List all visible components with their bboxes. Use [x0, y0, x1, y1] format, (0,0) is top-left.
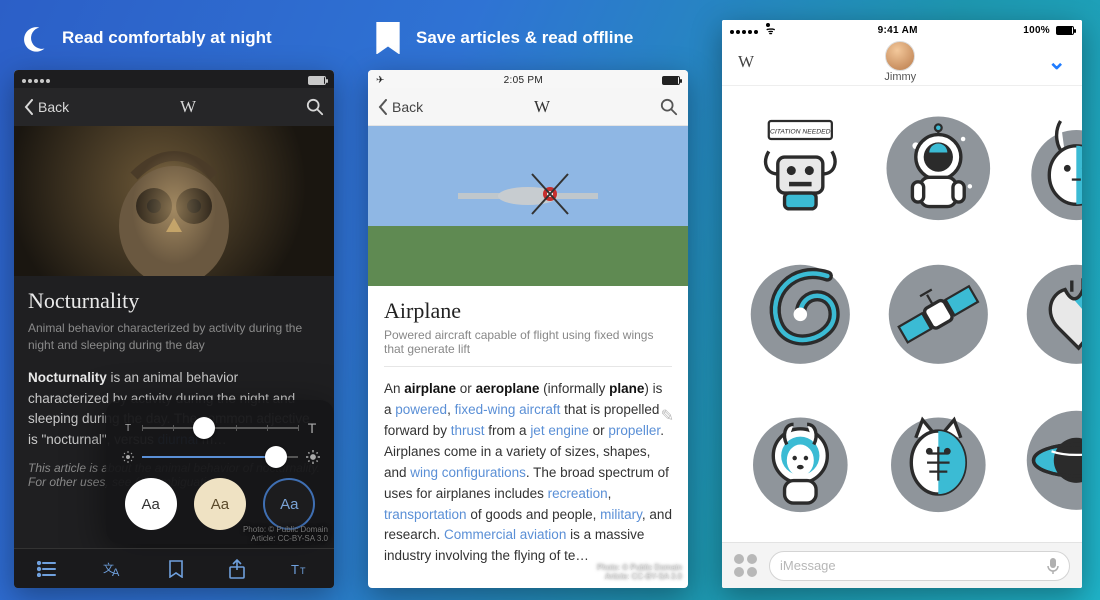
article-title: Nocturnality [28, 288, 320, 314]
back-button[interactable]: Back [24, 99, 69, 115]
sticker-astronaut[interactable] [874, 104, 1002, 232]
article-summary: Animal behavior characterized by activit… [28, 320, 320, 354]
moon-icon [20, 24, 48, 52]
panel2-promo-text: Save articles & read offline [416, 28, 633, 48]
microphone-icon[interactable] [1047, 557, 1059, 575]
navbar: Back W [14, 88, 334, 126]
battery-icon [662, 76, 680, 85]
wikipedia-app-icon[interactable]: W [738, 52, 753, 72]
link-fixed-wing[interactable]: fixed-wing aircraft [455, 402, 561, 417]
sticker-black-hole[interactable] [1012, 396, 1082, 524]
imessage-navbar: W Jimmy ⌄ [722, 38, 1082, 86]
article-body-dark: Nocturnality Animal behavior characteriz… [14, 276, 334, 588]
article-body-light: Airplane Powered aircraft capable of fli… [368, 286, 688, 588]
link-wing-configurations[interactable]: wing configurations [410, 465, 526, 480]
reader-settings-popover: T T [106, 400, 334, 544]
brightness-slider[interactable] [122, 450, 318, 464]
sticker-grid: CITATION NEEDED [722, 86, 1082, 542]
photo-credit: Photo: © Public DomainArticle: CC-BY-SA … [243, 525, 328, 544]
text-size-slider[interactable]: T T [122, 420, 318, 436]
svg-text:T: T [291, 562, 299, 577]
svg-text:A: A [112, 567, 120, 578]
status-time: 2:05 PM [504, 75, 543, 86]
sticker-xray-cat[interactable] [874, 396, 1002, 524]
panel1-promo: Read comfortably at night [20, 24, 346, 52]
imessage-input-bar: iMessage [722, 542, 1082, 588]
link-military[interactable]: military [600, 507, 642, 522]
apps-button[interactable] [734, 554, 757, 577]
chevron-left-icon [378, 99, 388, 115]
wifi-icon: ᯤ [766, 23, 770, 27]
bookmark-filled-icon [374, 24, 402, 52]
link-powered[interactable]: powered [395, 402, 447, 417]
link-thrust[interactable]: thrust [451, 423, 485, 438]
bookmark-icon[interactable] [169, 560, 183, 578]
article-hero-image [368, 126, 688, 286]
article-hero-image [14, 126, 334, 276]
toc-icon[interactable] [37, 561, 57, 577]
sticker-satellite[interactable] [874, 250, 1002, 378]
chevron-down-icon[interactable]: ⌄ [1048, 49, 1066, 75]
battery-icon [308, 76, 326, 85]
link-recreation[interactable]: recreation [548, 486, 608, 501]
phone-light: ✈︎ 2:05 PM Back W [368, 70, 688, 588]
sun-large-icon [306, 450, 318, 464]
message-placeholder: iMessage [780, 558, 836, 573]
phone-imessage: ᯤ 9:41 AM 100% W Jimmy ⌄ CITATION NEEDED [722, 20, 1082, 588]
contact-avatar[interactable] [885, 41, 915, 71]
photo-credit: Photo: © Public DomainArticle: CC-BY-SA … [597, 563, 682, 582]
article-toolbar: 文A TT [14, 548, 334, 588]
link-transportation[interactable]: transportation [384, 507, 467, 522]
battery-icon [1056, 26, 1074, 35]
sticker-spiral-galaxy[interactable] [736, 250, 864, 378]
theme-sepia[interactable]: Aa [194, 478, 246, 530]
theme-light[interactable]: Aa [125, 478, 177, 530]
sticker-space-dog[interactable] [736, 396, 864, 524]
airplane-mode-icon: ✈︎ [376, 75, 385, 86]
message-field[interactable]: iMessage [769, 551, 1070, 581]
chevron-left-icon [24, 99, 34, 115]
article-title: Airplane [384, 298, 672, 324]
sticker-citation-needed-robot[interactable]: CITATION NEEDED [736, 104, 864, 232]
svg-text:CITATION NEEDED: CITATION NEEDED [770, 128, 831, 135]
panel2-promo: Save articles & read offline [374, 24, 700, 52]
signal-icon: ᯤ [730, 23, 772, 37]
svg-text:T: T [300, 566, 306, 576]
signal-icon [22, 75, 52, 86]
navbar: Back W [368, 88, 688, 126]
statusbar [14, 70, 334, 88]
article-summary: Powered aircraft capable of flight using… [384, 328, 672, 367]
contact-name: Jimmy [884, 71, 916, 83]
text-size-large-icon: T [306, 420, 318, 436]
link-propeller[interactable]: propeller [608, 423, 660, 438]
sticker-anatomical-heart[interactable] [1012, 250, 1082, 378]
wikipedia-logo-icon[interactable]: W [180, 97, 195, 117]
wikipedia-logo-icon[interactable]: W [534, 97, 549, 117]
statusbar: ✈︎ 2:05 PM [368, 70, 688, 88]
theme-dark[interactable]: Aa [263, 478, 315, 530]
phone-dark: Back W Nocturnality Animal behavior char… [14, 70, 334, 588]
text-size-small-icon: T [122, 423, 134, 434]
edit-icon[interactable]: ✎ [661, 406, 674, 426]
link-commercial-aviation[interactable]: Commercial aviation [444, 527, 566, 542]
appearance-icon[interactable]: TT [291, 561, 311, 577]
statusbar: ᯤ 9:41 AM 100% [722, 20, 1082, 38]
article-paragraph: An airplane or aeroplane (informally pla… [384, 379, 672, 567]
back-button[interactable]: Back [378, 99, 423, 115]
sticker-rabbit[interactable] [1012, 104, 1082, 232]
panel1-promo-text: Read comfortably at night [62, 28, 272, 48]
status-time: 9:41 AM [878, 25, 918, 36]
translate-icon[interactable]: 文A [103, 560, 123, 578]
search-icon[interactable] [660, 98, 678, 116]
link-jet-engine[interactable]: jet engine [530, 423, 589, 438]
sun-small-icon [122, 451, 134, 463]
search-icon[interactable] [306, 98, 324, 116]
share-icon[interactable] [229, 559, 245, 579]
